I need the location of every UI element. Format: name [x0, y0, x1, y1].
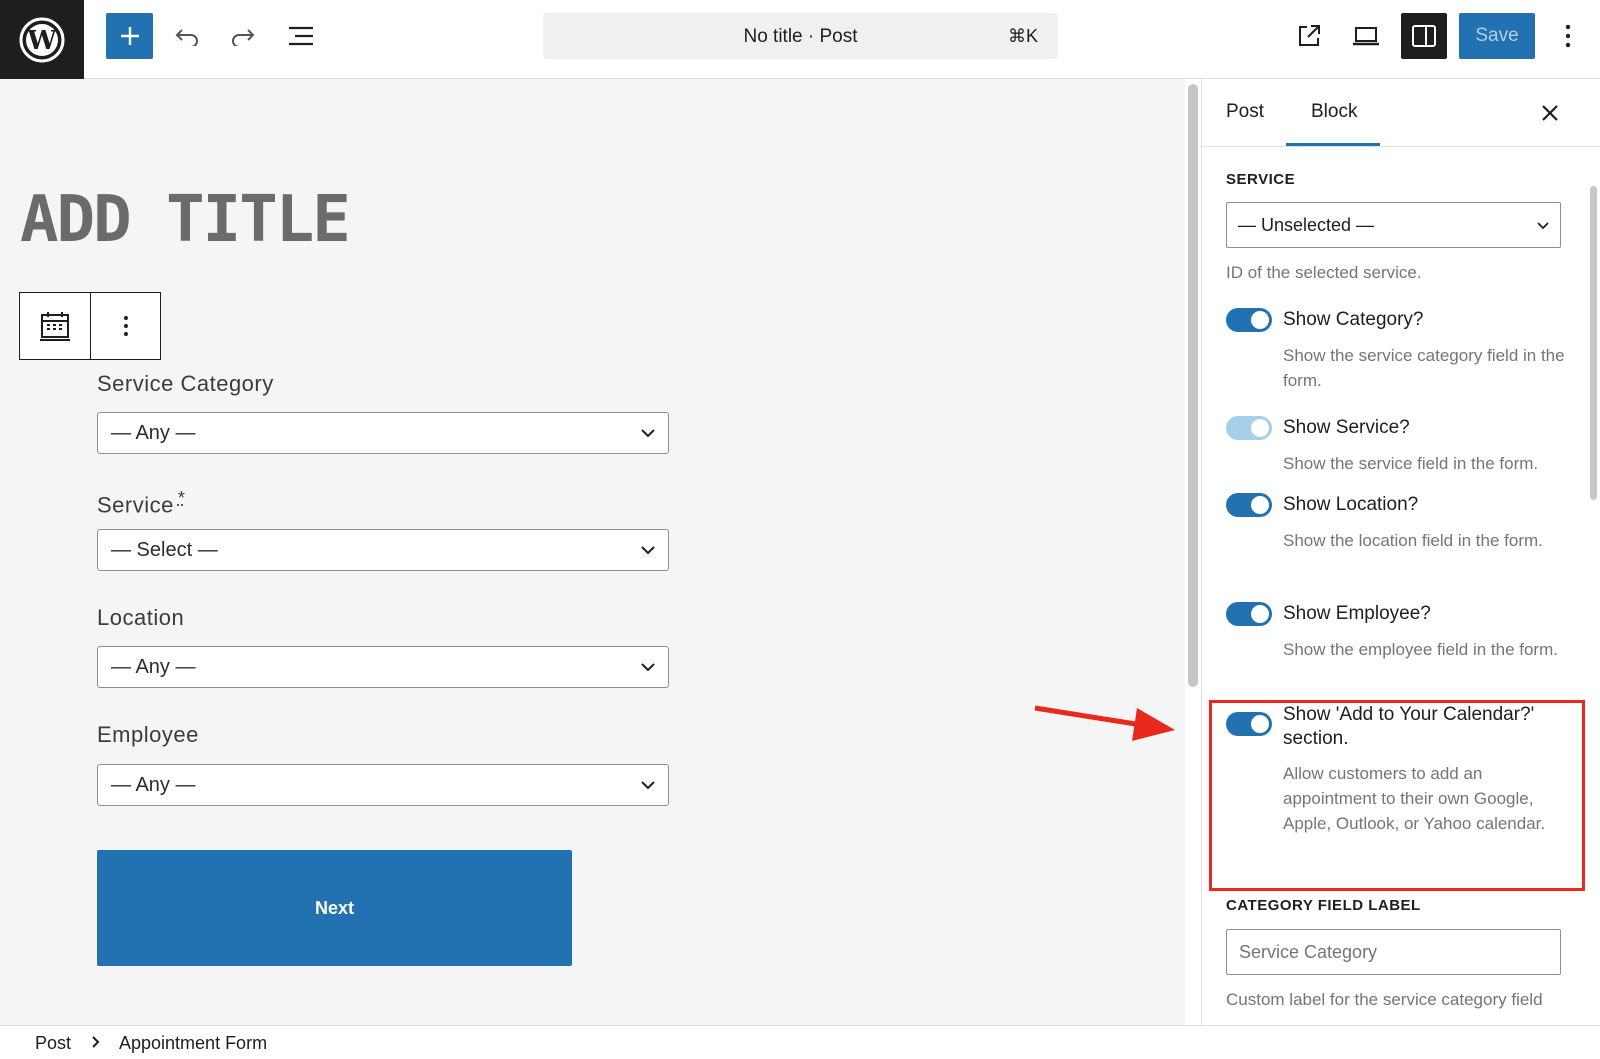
preview-button[interactable]	[1344, 14, 1388, 58]
canvas-scrollbar[interactable]	[1188, 84, 1198, 687]
toggle-label: Show Service?	[1283, 417, 1410, 438]
service-label-text: Service	[97, 492, 174, 518]
undo-button[interactable]	[165, 14, 209, 58]
service-select[interactable]: — Select —	[97, 529, 669, 571]
toggle-label: Show Employee?	[1283, 603, 1431, 624]
toggle-help: Show the employee field in the form.	[1283, 640, 1558, 659]
svg-text:W: W	[26, 26, 57, 56]
close-icon[interactable]	[1538, 101, 1562, 125]
chevron-down-icon	[641, 663, 655, 672]
select-value: — Any —	[111, 774, 196, 796]
plus-icon	[120, 27, 139, 45]
calendar-icon	[40, 312, 70, 341]
category-label-help-text: Custom label for the service category fi…	[1226, 990, 1543, 1009]
tab-block[interactable]: Block	[1311, 101, 1357, 123]
toggle-help: Show the location field in the form.	[1283, 531, 1543, 550]
block-type-button[interactable]	[20, 293, 90, 359]
location-select[interactable]: — Any —	[97, 646, 669, 688]
show-category-toggle[interactable]	[1226, 308, 1272, 332]
redo-icon	[232, 29, 255, 46]
toggle-label: Show Category?	[1283, 309, 1424, 330]
category-field-label-input[interactable]	[1226, 929, 1561, 975]
settings-toggle-button[interactable]	[1401, 13, 1447, 59]
more-vertical-icon	[123, 316, 128, 336]
select-value: — Unselected —	[1238, 215, 1375, 235]
editor-canvas: ADD TITLE Service Category — Any — Servi…	[0, 79, 1185, 1025]
breadcrumb-item-appointment-form[interactable]: Appointment Form	[119, 1033, 267, 1054]
service-category-select[interactable]: — Any —	[97, 412, 669, 454]
editor-topbar: W No title · Post ⌘K Save	[0, 0, 1600, 79]
service-heading: SERVICE	[1226, 171, 1296, 188]
next-button[interactable]: Next	[97, 850, 572, 966]
block-options-button[interactable]	[90, 293, 160, 359]
page-title-placeholder[interactable]: ADD TITLE	[20, 183, 351, 257]
document-overview-button[interactable]	[279, 14, 323, 58]
category-label-text-input[interactable]	[1227, 930, 1560, 974]
external-link-icon	[1299, 25, 1320, 46]
show-service-toggle[interactable]	[1226, 416, 1272, 440]
location-label: Location	[97, 605, 185, 630]
show-employee-toggle[interactable]	[1226, 602, 1272, 626]
select-value: — Select —	[111, 539, 218, 561]
document-title: No title · Post	[743, 26, 858, 47]
tab-post[interactable]: Post	[1226, 101, 1264, 123]
save-button[interactable]: Save	[1459, 13, 1535, 59]
show-location-toggle[interactable]	[1226, 493, 1272, 517]
undo-icon	[175, 29, 198, 46]
list-view-icon	[289, 26, 313, 46]
sidebar-scrollbar[interactable]	[1590, 186, 1597, 500]
shortcut-hint: ⌘K	[1007, 26, 1038, 46]
laptop-icon	[1353, 27, 1379, 46]
wordpress-logo-icon[interactable]: W	[0, 0, 84, 79]
chevron-down-icon	[641, 781, 655, 790]
chevron-down-icon	[641, 546, 655, 555]
toggle-label: Show Location?	[1283, 494, 1419, 515]
employee-label: Employee	[97, 722, 199, 747]
toggle-help: Show the service category field in the f…	[1283, 346, 1565, 390]
more-vertical-icon	[1565, 24, 1571, 48]
service-category-label: Service Category	[97, 371, 274, 396]
highlight-annotation-box	[1209, 700, 1585, 891]
sidebar-icon	[1412, 25, 1436, 47]
category-field-label-heading: CATEGORY FIELD LABEL	[1226, 897, 1421, 914]
employee-select[interactable]: — Any —	[97, 764, 669, 806]
service-label: Service *	[97, 488, 185, 518]
sidebar-tabs: Post Block	[1202, 79, 1600, 147]
required-marker: *	[177, 488, 186, 508]
toggle-help: Show the service field in the form.	[1283, 454, 1539, 473]
service-help-text: ID of the selected service.	[1226, 263, 1422, 282]
select-value: — Any —	[111, 656, 196, 678]
active-tab-indicator	[1286, 143, 1380, 146]
options-button[interactable]	[1552, 14, 1584, 58]
service-id-select[interactable]: — Unselected —	[1226, 202, 1561, 248]
breadcrumb-item-post[interactable]: Post	[35, 1033, 71, 1054]
chevron-down-icon	[1537, 222, 1549, 230]
chevron-right-icon	[92, 1036, 100, 1048]
redo-button[interactable]	[221, 14, 265, 58]
breadcrumb: Post Appointment Form	[0, 1025, 1600, 1059]
add-block-button[interactable]	[106, 13, 153, 59]
annotation-arrow-icon	[1034, 705, 1175, 741]
command-palette-bar[interactable]: No title · Post ⌘K	[543, 13, 1058, 59]
view-post-button[interactable]	[1287, 14, 1331, 58]
chevron-down-icon	[641, 429, 655, 438]
select-value: — Any —	[111, 422, 196, 444]
block-toolbar	[19, 292, 161, 360]
